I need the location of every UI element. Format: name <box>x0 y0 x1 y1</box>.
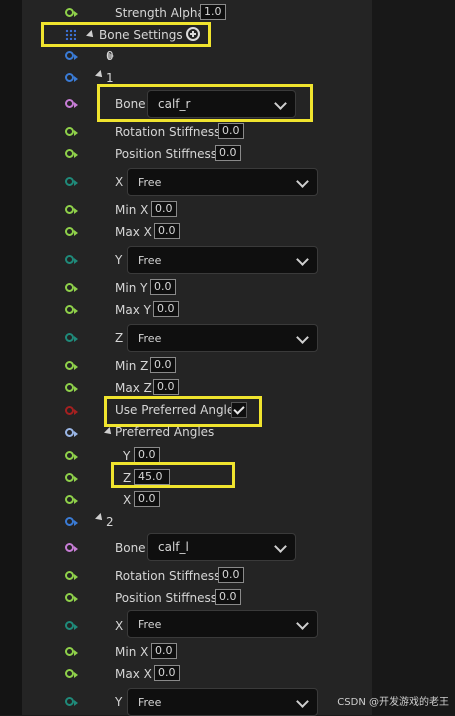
position-stiffness-field[interactable]: 0.0 <box>215 145 241 161</box>
chevron-down-icon <box>296 253 309 266</box>
position-stiffness-label: Position Stiffness <box>115 147 217 161</box>
chevron-down-icon <box>296 695 309 708</box>
x-mode-dropdown[interactable]: Free <box>127 168 318 196</box>
max-z-pin-icon[interactable] <box>65 383 78 392</box>
x-mode-pin-icon[interactable] <box>65 177 78 186</box>
rotation-stiffness-2-field[interactable]: 0.0 <box>218 567 244 583</box>
bone-2-dropdown[interactable]: calf_l <box>147 533 296 561</box>
rotation-stiffness-pin-icon[interactable] <box>65 127 78 136</box>
element-2-index: 2 <box>106 515 114 529</box>
min-z-label: Min Z <box>115 359 149 373</box>
x-label: X <box>115 175 124 189</box>
bone-2-label: Bone <box>115 541 146 555</box>
chevron-down-icon <box>296 331 309 344</box>
bone-pin-icon[interactable] <box>65 99 78 108</box>
highlight-use-preferred-angles <box>104 396 262 427</box>
min-y-pin-icon[interactable] <box>65 283 78 292</box>
pref-y-label: Y <box>123 449 131 463</box>
highlight-pref-z <box>111 462 235 488</box>
z-label: Z <box>115 331 124 345</box>
min-x-pin-icon[interactable] <box>65 205 78 214</box>
strength-alpha-label: Strength Alpha <box>115 6 205 20</box>
max-y-pin-icon[interactable] <box>65 305 78 314</box>
pref-y-field[interactable]: 0.0 <box>134 447 160 463</box>
min-x-2-pin-icon[interactable] <box>65 647 78 656</box>
min-z-pin-icon[interactable] <box>65 361 78 370</box>
max-x-2-pin-icon[interactable] <box>65 669 78 678</box>
chevron-down-icon <box>274 540 287 553</box>
z-mode-dropdown[interactable]: Free <box>127 324 318 352</box>
chevron-down-icon <box>296 175 309 188</box>
y-mode-2-value: Free <box>138 696 162 709</box>
min-x-2-label: Min X <box>115 645 149 659</box>
pref-x-pin-icon[interactable] <box>65 495 78 504</box>
highlight-bone-settings <box>41 22 211 47</box>
watermark: CSDN @开发游戏的老王 <box>337 697 449 708</box>
rotation-stiffness-2-pin-icon[interactable] <box>65 571 78 580</box>
x-mode-2-dropdown[interactable]: Free <box>127 610 318 638</box>
pref-z-pin-icon[interactable] <box>65 473 78 482</box>
y-mode-2-pin-icon[interactable] <box>65 697 78 706</box>
pref-x-field[interactable]: 0.0 <box>134 491 160 507</box>
y-2-label: Y <box>115 695 123 709</box>
blueprint-node-details: Strength Alpha 1.0 Bone Settings 0 1 Bon… <box>0 0 455 716</box>
pref-x-label: X <box>123 493 132 507</box>
rotation-stiffness-2-label: Rotation Stiffness <box>115 569 221 583</box>
position-stiffness-2-field[interactable]: 0.0 <box>215 589 241 605</box>
strength-alpha-pin-icon[interactable] <box>65 8 78 17</box>
rotation-stiffness-label: Rotation Stiffness <box>115 125 221 139</box>
y-mode-2-dropdown[interactable]: Free <box>127 688 318 716</box>
max-x-2-field[interactable]: 0.0 <box>154 665 180 681</box>
element-1-index: 1 <box>106 71 114 85</box>
y-mode-pin-icon[interactable] <box>65 255 78 264</box>
graph-background-right <box>372 0 455 715</box>
max-x-2-label: Max X <box>115 667 152 681</box>
min-x-field[interactable]: 0.0 <box>151 201 177 217</box>
element-2-pin-icon[interactable] <box>65 517 78 526</box>
chevron-down-icon <box>296 617 309 630</box>
pref-y-pin-icon[interactable] <box>65 451 78 460</box>
highlight-bone <box>97 84 313 122</box>
strength-alpha-field[interactable]: 1.0 <box>200 4 226 20</box>
x-mode-2-value: Free <box>138 618 162 631</box>
position-stiffness-pin-icon[interactable] <box>65 149 78 158</box>
element-0-index: 0 <box>106 49 114 63</box>
y-mode-dropdown[interactable]: Free <box>127 246 318 274</box>
y-label: Y <box>115 253 123 267</box>
max-x-field[interactable]: 0.0 <box>154 223 180 239</box>
use-preferred-angles-pin-icon[interactable] <box>65 406 78 415</box>
max-y-field[interactable]: 0.0 <box>153 301 179 317</box>
z-mode-value: Free <box>138 332 162 345</box>
x-mode-value: Free <box>138 176 162 189</box>
position-stiffness-2-label: Position Stiffness <box>115 591 217 605</box>
min-x-2-field[interactable]: 0.0 <box>151 643 177 659</box>
z-mode-pin-icon[interactable] <box>65 333 78 342</box>
element-0-pin-icon[interactable] <box>65 51 78 60</box>
bone-2-pin-icon[interactable] <box>65 543 78 552</box>
min-y-label: Min Y <box>115 281 148 295</box>
rotation-stiffness-field[interactable]: 0.0 <box>218 123 244 139</box>
min-z-field[interactable]: 0.0 <box>150 357 176 373</box>
bone-2-value: calf_l <box>158 540 189 554</box>
element-1-pin-icon[interactable] <box>65 73 78 82</box>
max-y-label: Max Y <box>115 303 151 317</box>
element-0-label: 0 <box>106 49 114 63</box>
min-y-field[interactable]: 0.0 <box>150 279 176 295</box>
preferred-angles-pin-icon[interactable] <box>65 428 78 437</box>
max-z-label: Max Z <box>115 381 152 395</box>
graph-background-left <box>0 0 22 715</box>
max-x-label: Max X <box>115 225 152 239</box>
y-mode-value: Free <box>138 254 162 267</box>
x-2-label: X <box>115 619 124 633</box>
x-mode-2-pin-icon[interactable] <box>65 621 78 630</box>
preferred-angles-label: Preferred Angles <box>115 425 215 439</box>
min-x-label: Min X <box>115 203 149 217</box>
position-stiffness-2-pin-icon[interactable] <box>65 593 78 602</box>
max-z-field[interactable]: 0.0 <box>153 379 179 395</box>
max-x-pin-icon[interactable] <box>65 227 78 236</box>
